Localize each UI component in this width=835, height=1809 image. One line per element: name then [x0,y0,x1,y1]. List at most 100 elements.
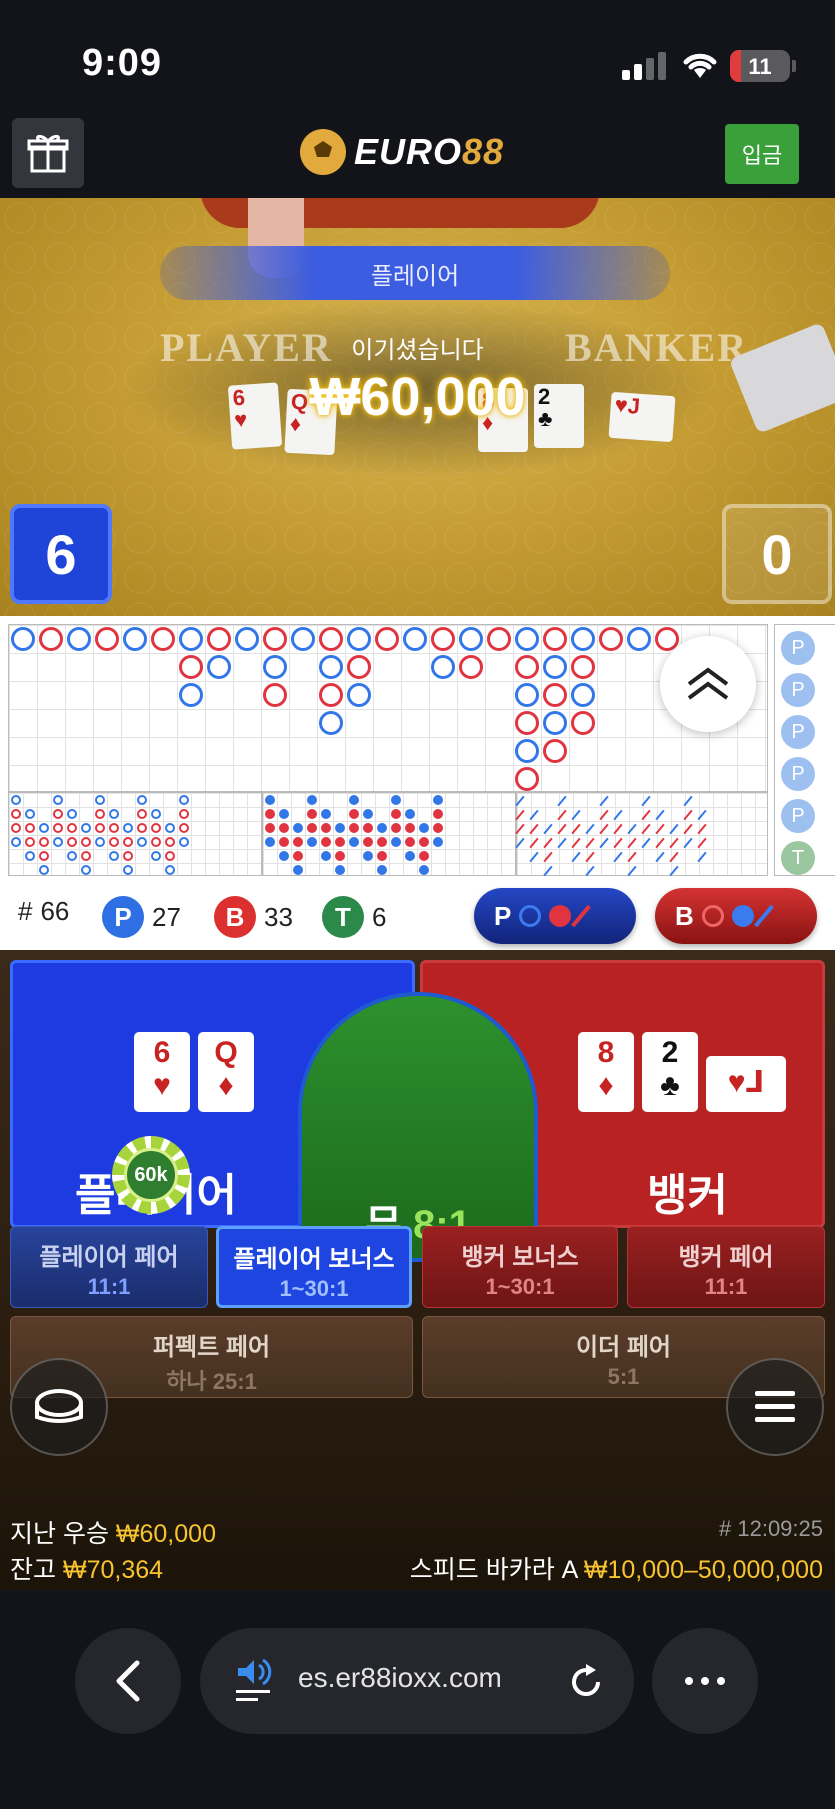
derived-road-mark [109,851,119,861]
derived-road-mark [391,837,401,847]
derived-road-mark [25,837,35,847]
ask-player-button[interactable]: P [474,888,636,944]
back-button[interactable] [75,1628,181,1734]
derived-road-mark [293,865,303,875]
road-mark [459,627,483,651]
road-mark [263,683,287,707]
derived-road-mark [95,809,105,819]
road-mark [319,655,343,679]
ask-banker-button[interactable]: B [655,888,817,944]
chip-value: 60k [124,1148,178,1202]
speaker-icon[interactable] [234,1656,274,1704]
banker-pair-title: 뱅커 페어 [678,1244,774,1271]
gift-button[interactable] [12,118,84,188]
address-bar[interactable]: es.er88ioxx.com [200,1628,634,1734]
derived-road-mark [165,823,175,833]
placed-chip[interactable]: 60k [112,1136,190,1214]
road-mark [95,627,119,651]
banker-bonus-odds: 1~30:1 [485,1274,555,1299]
app-header: EURO88 입금 [0,118,835,198]
road-mark [515,683,539,707]
deposit-button[interactable]: 입금 [725,124,799,184]
road-mark [207,627,231,651]
player-pair-title: 플레이어 페어 [39,1244,179,1271]
banker-count: 33 [264,901,293,932]
derived-road-mark [683,795,693,807]
derived-road-mark [613,837,623,849]
derived-road-mark [405,809,415,819]
derived-road-mark [123,865,133,875]
derived-road-mark [11,809,21,819]
more-button[interactable] [652,1628,758,1734]
round-timestamp: # 12:09:25 [719,1516,823,1541]
derived-road-mark [349,823,359,833]
derived-road-mark [655,823,665,835]
status-time: 9:09 [82,42,163,84]
tie-count-badge: T [322,896,364,938]
derived-road-mark [515,795,525,807]
derived-road-mark [307,823,317,833]
road-mark [515,627,539,651]
table-name: 스피드 바카라 A [409,1556,577,1584]
derived-road-mark [627,837,637,849]
derived-road-mark [641,823,651,835]
derived-road-mark [363,823,373,833]
player-count-badge: P [102,896,144,938]
reload-icon[interactable] [566,1662,606,1702]
road-mark [39,627,63,651]
derived-road-mark [627,823,637,835]
derived-road-mark [613,809,623,821]
road-mark [515,711,539,735]
derived-road-mark [109,809,119,819]
derived-road-mark [137,795,147,805]
road-mark [543,711,567,735]
derived-road-mark [293,851,303,861]
tie-bet-surface[interactable]: 무 8:1 [302,996,534,1258]
derived-road-mark [123,837,133,847]
banker-score: 0 [722,504,832,604]
derived-road-mark [543,865,553,877]
derived-road-mark [109,837,119,847]
banker-bet-label: 뱅커 [647,1171,728,1220]
menu-button[interactable] [726,1358,824,1456]
banker-card-1: 8 ♦ [578,1032,634,1112]
derived-road-mark [571,851,581,863]
expand-roadmap-button[interactable] [660,636,756,732]
player-card-1: 6 ♥ [134,1032,190,1112]
derived-road-mark [599,823,609,835]
derived-road-mark [279,837,289,847]
tie-count: 6 [372,901,387,932]
derived-road-mark [599,795,609,807]
banker-pair-bet[interactable]: 뱅커 페어 11:1 [627,1226,825,1308]
derived-road-mark [307,795,317,805]
road-mark [347,627,371,651]
derived-road-mark [165,865,175,875]
big-road [8,624,768,792]
win-label: 이기셨습니다 [351,337,484,364]
derived-road-mark [557,795,567,807]
derived-road-mark [613,823,623,835]
player-bonus-bet[interactable]: 플레이어 보너스 1~30:1 [216,1226,412,1308]
roadmap[interactable]: PPPPPT [0,616,835,880]
derived-road-mark [543,837,553,849]
derived-road-mark [543,851,553,863]
derived-road-mark [697,823,707,835]
derived-road-mark [279,851,289,861]
chat-bubble-icon [35,1389,83,1423]
derived-road-mark [165,851,175,861]
banker-bonus-bet[interactable]: 뱅커 보너스 1~30:1 [422,1226,618,1308]
derived-road-mark [571,823,581,835]
derived-road-mark [391,823,401,833]
chat-button[interactable] [10,1358,108,1456]
road-mark [403,627,427,651]
info-bar: 지난 우승 ₩60,000 잔고 ₩70,364 # 12:09:25 스피드 … [0,1500,835,1590]
player-pair-bet[interactable]: 플레이어 페어 11:1 [10,1226,208,1308]
road-mark [11,627,35,651]
road-mark [319,627,343,651]
derived-road-mark [11,823,21,833]
bet-limits: ₩10,000–50,000,000 [583,1556,823,1584]
derived-road-mark [669,851,679,863]
derived-road-mark [151,837,161,847]
derived-road-mark [67,851,77,861]
more-icon [685,1677,693,1685]
